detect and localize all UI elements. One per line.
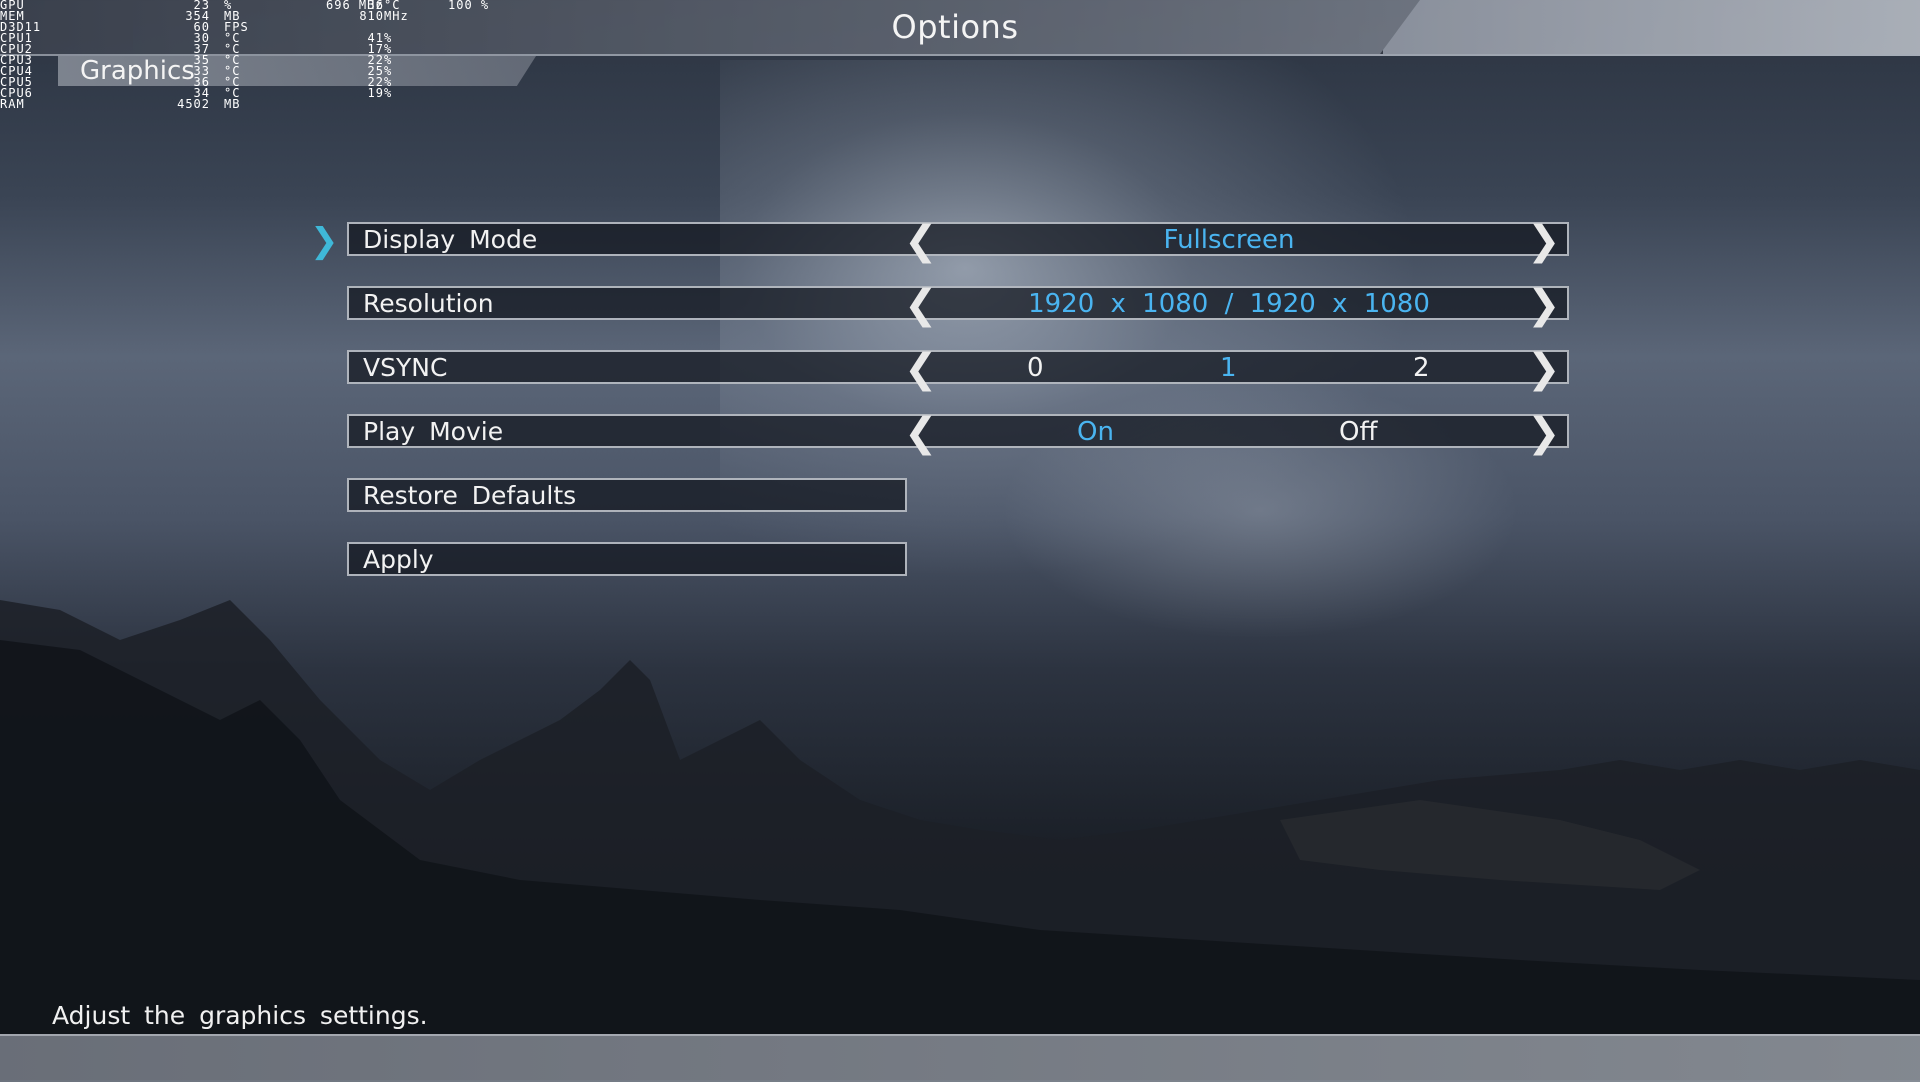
overlay-cell: °C <box>224 31 241 45</box>
option-label: Resolution <box>363 289 494 318</box>
overlay-cell: % <box>224 0 233 12</box>
overlay-cell: 4502 <box>177 97 210 111</box>
overlay-cell: MHz <box>384 9 409 23</box>
overlay-row: RAM 4502 MB <box>0 97 434 111</box>
button-label: Apply <box>363 545 434 574</box>
chevron-right-icon[interactable]: ❯ <box>1527 349 1561 389</box>
overlay-cell: 810 <box>359 9 384 23</box>
option-value: Fullscreen <box>1163 225 1295 255</box>
chevron-left-icon[interactable]: ❮ <box>904 349 938 389</box>
overlay-cell: % <box>384 86 393 100</box>
vsync-option-2[interactable]: 2 <box>1413 353 1430 383</box>
overlay-cell: RAM <box>0 97 25 111</box>
overlay-cell: FPS <box>224 20 249 34</box>
selection-chevron-icon: ❯ <box>310 221 339 261</box>
overlay-cell: °C <box>224 75 241 89</box>
option-label: VSYNC <box>363 353 448 382</box>
overlay-cell: °C <box>224 86 241 100</box>
vsync-option-0[interactable]: 0 <box>1027 353 1044 383</box>
overlay-cell: 33 <box>193 64 210 78</box>
option-value: 1920 x 1080 / 1920 x 1080 <box>1028 289 1430 319</box>
play-movie-option-off[interactable]: Off <box>1339 417 1377 447</box>
help-text: Adjust the graphics settings. <box>52 1001 428 1030</box>
overlay-cell: 354 <box>185 9 210 23</box>
vsync-option-1[interactable]: 1 <box>1220 353 1237 383</box>
option-vsync[interactable]: VSYNC ❮ 0 1 2 ❯ <box>347 349 1569 389</box>
overlay-cell: 30 <box>193 31 210 45</box>
overlay-cell: 37 <box>193 42 210 56</box>
chevron-right-icon[interactable]: ❯ <box>1527 285 1561 325</box>
option-resolution[interactable]: Resolution ❮ 1920 x 1080 / 1920 x 1080 ❯ <box>347 285 1569 325</box>
chevron-right-icon[interactable]: ❯ <box>1527 413 1561 453</box>
option-label: Display Mode <box>363 225 538 254</box>
overlay-cell: 19 <box>367 86 384 100</box>
button-label: Restore Defaults <box>363 481 577 510</box>
restore-defaults-button[interactable]: Restore Defaults <box>347 478 907 512</box>
overlay-cell: °C <box>224 42 241 56</box>
overlay-row: CPU6 34 °C 19% <box>0 86 434 100</box>
footer-bar <box>0 1034 1920 1082</box>
chevron-right-icon[interactable]: ❯ <box>1527 221 1561 261</box>
option-label: Play Movie <box>363 417 504 446</box>
overlay-cell <box>384 99 434 110</box>
mountain-landscape <box>0 600 1920 1080</box>
overlay-cell: 35 <box>193 53 210 67</box>
overlay-cell: 60 <box>193 20 210 34</box>
play-movie-option-on[interactable]: On <box>1077 417 1114 447</box>
overlay-cell: MB <box>224 97 241 111</box>
overlay-cell: 36 <box>193 75 210 89</box>
performance-overlay: GPU 23% 36 °C MEM 354 MB 810 MHz D3D11 60 FPS CPU1 30… <box>0 0 434 110</box>
option-display-mode[interactable]: Display Mode ❮ Fullscreen ❯ <box>347 221 1569 261</box>
overlay-gpu-clock: 696 MHz <box>326 0 384 12</box>
chevron-left-icon[interactable]: ❮ <box>904 285 938 325</box>
overlay-cell: °C <box>224 53 241 67</box>
overlay-gpu-load: 100 % <box>448 0 490 12</box>
overlay-cell <box>274 99 384 110</box>
chevron-left-icon[interactable]: ❮ <box>904 221 938 261</box>
overlay-cell: °C <box>224 64 241 78</box>
overlay-row: MEM 354 MB 810 MHz <box>0 9 434 23</box>
chevron-left-icon[interactable]: ❮ <box>904 413 938 453</box>
option-play-movie[interactable]: Play Movie ❮ On Off ❯ <box>347 413 1569 453</box>
apply-button[interactable]: Apply <box>347 542 907 576</box>
